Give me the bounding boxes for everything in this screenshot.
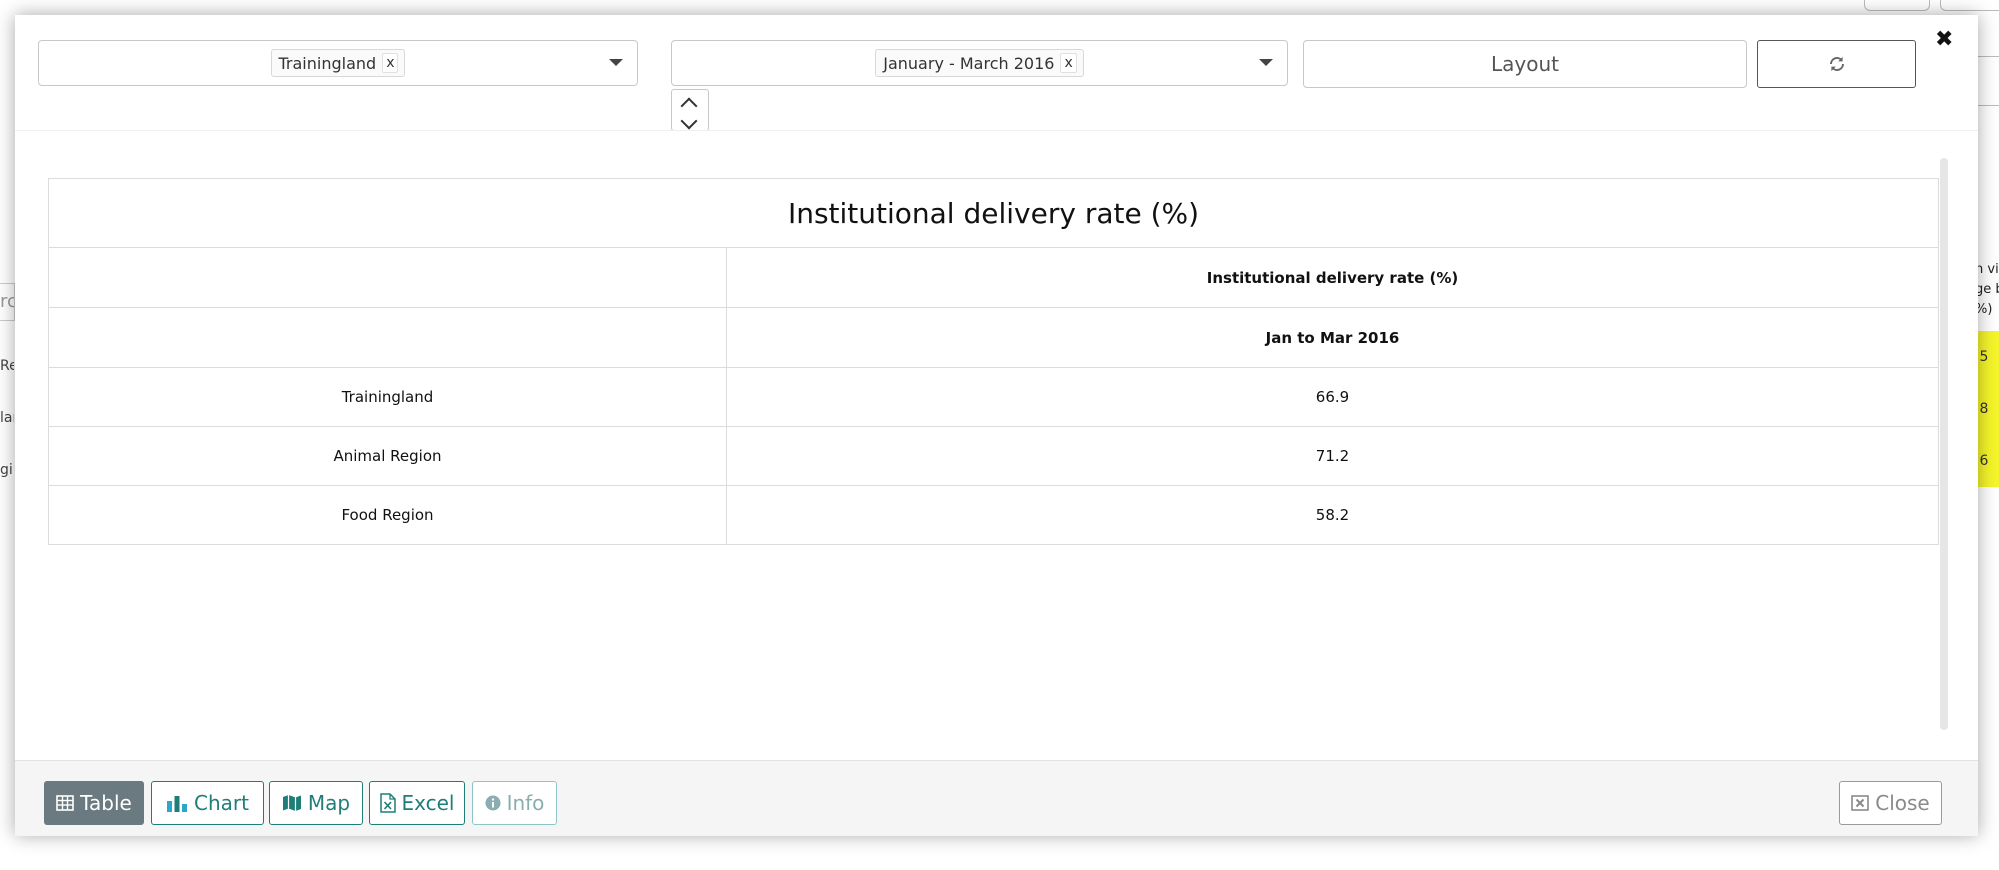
table-row: Animal Region 71.2: [48, 426, 1939, 486]
period-tag: January - March 2016 x: [875, 49, 1084, 77]
bg-text-2: ge b: [1975, 282, 1999, 297]
table-title: Institutional delivery rate (%): [48, 178, 1939, 248]
row-value: 71.2: [726, 426, 1939, 486]
excel-file-icon: [379, 793, 396, 813]
bg-left-label-3: gi: [0, 462, 13, 478]
period-select-inner: January - March 2016 x: [672, 41, 1287, 85]
org-unit-tag-remove-button[interactable]: x: [382, 53, 399, 73]
refresh-button[interactable]: [1757, 40, 1916, 88]
table-title-row: Institutional delivery rate (%): [48, 178, 1939, 248]
filter-bar: Trainingland x January - March 2016 x La…: [15, 15, 1978, 131]
table-row: Trainingland 66.9: [48, 367, 1939, 427]
close-square-icon: [1851, 795, 1870, 811]
report-modal: Trainingland x January - March 2016 x La…: [15, 15, 1978, 836]
excel-export-button[interactable]: Excel: [369, 781, 465, 825]
bg-left-label-1: Re: [0, 358, 14, 374]
column-header: Institutional delivery rate (%): [726, 247, 1939, 308]
map-view-label: Map: [307, 791, 351, 815]
info-label: Info: [506, 791, 545, 815]
close-label: Close: [1875, 791, 1930, 815]
table-row: Food Region 58.2: [48, 485, 1939, 545]
table-period-row: Jan to Mar 2016: [48, 307, 1939, 368]
bar-chart-icon: [167, 796, 188, 812]
modal-close-icon[interactable]: ✖: [1935, 27, 1953, 52]
modal-footer: Table Chart Map Excel Info Close: [15, 760, 1978, 836]
chevron-down-icon[interactable]: [680, 112, 698, 130]
bg-left-label-2: lar: [0, 410, 14, 426]
row-value: 58.2: [726, 485, 1939, 545]
org-unit-tag-label: Trainingland: [278, 53, 377, 73]
excel-export-label: Excel: [401, 791, 455, 815]
period-header: Jan to Mar 2016: [726, 307, 1939, 368]
table-view-button[interactable]: Table: [44, 781, 144, 825]
table-icon: [56, 795, 74, 811]
bg-highlight-1: .5: [1975, 331, 1999, 383]
bg-top-box-a: [1864, 0, 1930, 11]
period-tag-remove-button[interactable]: x: [1060, 53, 1077, 73]
close-button[interactable]: Close: [1839, 781, 1942, 825]
vertical-scrollbar[interactable]: [1940, 158, 1948, 730]
info-icon: [485, 795, 501, 811]
report-content: Institutional delivery rate (%) Institut…: [15, 130, 1978, 771]
layout-button[interactable]: Layout: [1303, 40, 1747, 88]
pivot-table: Institutional delivery rate (%) Institut…: [48, 178, 1939, 545]
bg-highlight-3: .6: [1975, 435, 1999, 487]
info-button[interactable]: Info: [472, 781, 557, 825]
bg-search-input: rc: [0, 283, 15, 321]
period-select[interactable]: January - March 2016 x: [671, 40, 1288, 86]
chart-view-button[interactable]: Chart: [151, 781, 264, 825]
org-unit-tag: Trainingland x: [270, 49, 406, 77]
chevron-down-icon[interactable]: [1259, 59, 1273, 66]
map-view-button[interactable]: Map: [269, 781, 363, 825]
table-header-row: Institutional delivery rate (%): [48, 247, 1939, 308]
refresh-icon: [1829, 56, 1844, 72]
chart-view-label: Chart: [194, 791, 249, 815]
corner-cell: [48, 307, 727, 368]
map-icon: [282, 795, 301, 811]
row-label: Animal Region: [48, 426, 727, 486]
org-unit-select[interactable]: Trainingland x: [38, 40, 638, 86]
chevron-down-icon[interactable]: [609, 59, 623, 66]
row-value: 66.9: [726, 367, 1939, 427]
row-label: Trainingland: [48, 367, 727, 427]
period-tag-label: January - March 2016: [883, 53, 1055, 73]
org-unit-select-inner: Trainingland x: [39, 41, 637, 85]
corner-cell: [48, 247, 727, 308]
bg-text-1: n vi: [1975, 262, 1999, 277]
row-label: Food Region: [48, 485, 727, 545]
table-view-label: Table: [80, 791, 132, 815]
period-stepper[interactable]: [671, 89, 709, 131]
bg-highlight-2: .8: [1975, 383, 1999, 435]
